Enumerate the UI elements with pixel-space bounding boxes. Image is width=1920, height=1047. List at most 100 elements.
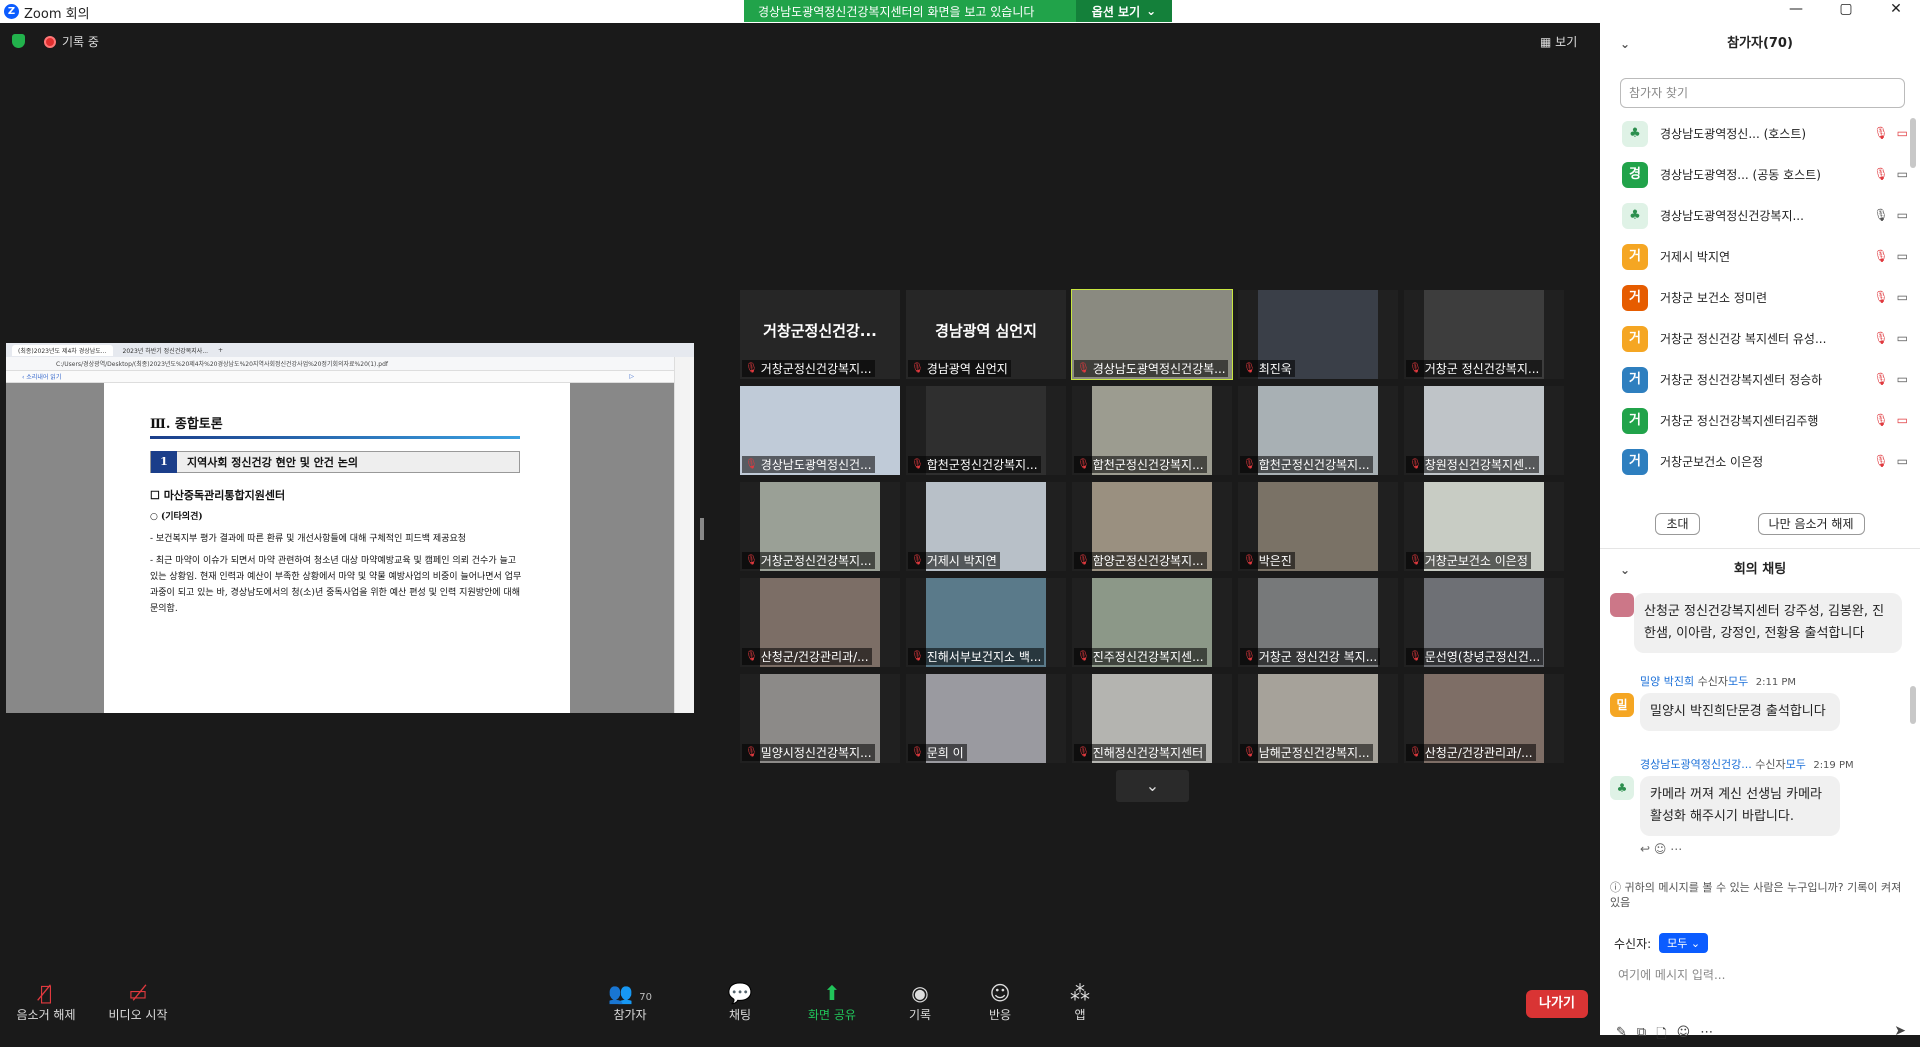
video-tile[interactable]: 거창군정신건강... 🎙 거창군정신건강복지... [740, 290, 900, 379]
minimize-button[interactable]: — [1776, 1, 1816, 17]
view-options-button[interactable]: 옵션 보기 ⌄ [1076, 0, 1172, 22]
mic-muted-icon: 🎙 [911, 459, 924, 470]
invite-button[interactable]: 초대 [1655, 513, 1700, 535]
next-page-button[interactable]: ⌄ [1116, 770, 1189, 802]
message-actions[interactable]: ↩ ☺ ⋯ [1640, 842, 1910, 856]
emoji-icon[interactable]: ☺ [1677, 1025, 1691, 1047]
participant-scrollbar[interactable] [1910, 118, 1916, 168]
close-button[interactable]: ✕ [1876, 1, 1916, 17]
maximize-button[interactable]: ▢ [1826, 1, 1866, 17]
video-tile[interactable]: 🎙 거창군정신건강복지... [740, 482, 900, 571]
tile-name: 거창군정신건강복지... [760, 362, 872, 376]
chat-scrollbar[interactable] [1910, 686, 1916, 724]
screenshot-icon[interactable]: ⧉ [1637, 1025, 1646, 1047]
browser-tab[interactable]: (최종)2023년도 제4차 경상남도... [12, 344, 113, 356]
video-tile[interactable]: 🎙 합천군정신건강복지... [906, 386, 1066, 475]
participant-row[interactable]: 거 거창군 정신건강 복지센터 유성... 🎙 ▭ [1600, 318, 1920, 359]
recipient-dropdown[interactable]: 모두 ⌄ [1659, 933, 1709, 953]
mic-muted-icon: 🎙 [1873, 290, 1889, 304]
participant-row[interactable]: 거 거창군 정신건강복지센터김주행 🎙 ▭ [1600, 400, 1920, 441]
mic-muted-icon: 🎙 [1077, 363, 1090, 374]
more-icon[interactable]: ⋯ [1670, 842, 1682, 856]
tile-name-label: 🎙 최진욱 [1240, 360, 1295, 377]
video-tile[interactable]: 🎙 진해정신건강복지센터 [1072, 674, 1232, 763]
video-tile[interactable]: 경남광역 심언지 🎙 경남광역 심언지 [906, 290, 1066, 379]
browser-tab[interactable]: 2023년 하반기 정신건강복지사... [116, 344, 215, 356]
more-icon[interactable]: ⋯ [1700, 1025, 1713, 1047]
participant-row[interactable]: 거 거창군보건소 이은정 🎙 ▭ [1600, 441, 1920, 482]
record-button[interactable]: ◉ 기록 [880, 980, 960, 1023]
play-icon[interactable]: ▷ [629, 373, 634, 380]
video-tile[interactable]: 🎙 산청군/건강관리과/... [1404, 674, 1564, 763]
apps-button[interactable]: ⁂ 앱 [1040, 980, 1120, 1023]
participant-name: 거창군보건소 이은정 [1660, 455, 1764, 469]
video-tile[interactable]: 🎙 진주정신건강복지센... [1072, 578, 1232, 667]
video-tile[interactable]: 🎙 거창군 정신건강 복지... [1238, 578, 1398, 667]
emoji-icon[interactable]: ☺ [1654, 842, 1667, 856]
shared-screen[interactable]: (최종)2023년도 제4차 경상남도... 2023년 하반기 정신건강복지사… [6, 343, 694, 713]
video-tile[interactable]: 🎙 진해서부보건지소 백... [906, 578, 1066, 667]
chat-visibility-text: 귀하의 메시지를 볼 수 있는 사람은 누구입니까? 기록이 켜져 있음 [1610, 881, 1902, 909]
chat-input[interactable]: 여기에 메시지 입력... [1618, 966, 1725, 983]
share-screen-label: 화면 공유 [808, 1008, 856, 1022]
mic-muted-icon: 🎙 [1243, 363, 1256, 374]
format-icon[interactable]: ✎ [1616, 1025, 1627, 1047]
tile-name-label: 🎙 합천군정신건강복지... [1240, 456, 1373, 473]
video-tile[interactable]: 🎙 문선영(창녕군정신건... [1404, 578, 1564, 667]
file-icon[interactable]: 🗋 [1656, 1025, 1666, 1047]
read-aloud-button[interactable]: ‹ 소리내어 읽기 [22, 372, 61, 381]
video-tile[interactable]: 🎙 경상남도광역정신건강복... [1071, 289, 1233, 380]
participants-button[interactable]: 👥 70 참가자 [590, 980, 670, 1023]
participant-name: 거창군 보건소 정미련 [1660, 291, 1767, 305]
video-tile[interactable]: 🎙 거창군 정신건강복지... [1404, 290, 1564, 379]
video-tile[interactable]: 🎙 문희 이 [906, 674, 1066, 763]
new-tab-button[interactable]: + [218, 347, 223, 354]
video-tile[interactable]: 🎙 합천군정신건강복지... [1072, 386, 1232, 475]
chevron-down-icon[interactable]: ⌄ [1620, 549, 1630, 591]
address-bar[interactable]: C:/Users/경상광역/Desktop/(최종)2023년도%20제4차%2… [6, 357, 694, 371]
chat-button[interactable]: 💬 채팅 [700, 980, 780, 1023]
mic-muted-icon: 🎙 [1243, 651, 1256, 662]
chevron-down-icon[interactable]: ⌄ [1620, 23, 1630, 65]
view-button[interactable]: ▦ 보기 [1540, 33, 1577, 50]
participant-row[interactable]: ♣ 경상남도광역정신... (호스트) 🎙 ▭ [1600, 113, 1920, 154]
participant-row[interactable]: 거 거창군 정신건강복지센터 정승하 🎙 ▭ [1600, 359, 1920, 400]
participant-search-input[interactable]: 참가자 찾기 [1620, 78, 1905, 108]
video-tile[interactable]: 🎙 남해군정신건강복지... [1238, 674, 1398, 763]
share-screen-button[interactable]: ⬆ 화면 공유 [792, 980, 872, 1023]
chat-sender[interactable]: 밀양 박진희 [1640, 675, 1694, 688]
meeting-toolbar: 🎙̸ 음소거 해제 ▭̸ 비디오 시작 👥 70 참가자 💬 채팅 ⬆ 화면 공… [0, 960, 1600, 1035]
participant-row[interactable]: ♣ 경상남도광역정신건강복지... 🎙 ▭ [1600, 195, 1920, 236]
recipient-value: 모두 [1667, 937, 1688, 950]
participant-status-icons: 🎙 ▭ [1873, 126, 1908, 140]
video-tile[interactable]: 🎙 박은진 [1238, 482, 1398, 571]
send-icon[interactable]: ➤ [1894, 1023, 1906, 1039]
chat-sender[interactable]: 경상남도광역정신건강... [1640, 758, 1752, 771]
start-video-button[interactable]: ▭̸ 비디오 시작 [98, 980, 178, 1023]
video-tile[interactable]: 🎙 거창군보건소 이은정 [1404, 482, 1564, 571]
video-tile[interactable]: 🎙 창원정신건강복지센... [1404, 386, 1564, 475]
chat-message: 경상남도광역정신건강... 수신자모두 2:19 PM ♣ 카메라 꺼져 계신 … [1610, 756, 1910, 856]
video-tile[interactable]: 🎙 밀양시정신건강복지... [740, 674, 900, 763]
unmute-label: 음소거 해제 [16, 1008, 76, 1022]
participant-row[interactable]: 거 거제시 박지연 🎙 ▭ [1600, 236, 1920, 277]
video-tile[interactable]: 🎙 최진욱 [1238, 290, 1398, 379]
unmute-me-button[interactable]: 나만 음소거 해제 [1757, 513, 1865, 535]
share-banner: 경상남도광역정신건강복지센터의 화면을 보고 있습니다 옵션 보기 ⌄ [744, 0, 1172, 22]
tile-name-label: 🎙 경상남도광역정신건강복... [1074, 360, 1228, 377]
participant-row[interactable]: 거 거창군 보건소 정미련 🎙 ▭ [1600, 277, 1920, 318]
video-tile[interactable]: 🎙 합천군정신건강복지... [1238, 386, 1398, 475]
chat-visibility-notice[interactable]: ⓘ 귀하의 메시지를 볼 수 있는 사람은 누구입니까? 기록이 켜져 있음 [1610, 880, 1910, 910]
video-tile[interactable]: 🎙 경상남도광역정신건... [740, 386, 900, 475]
video-tile[interactable]: 🎙 산청군/건강관리과/... [740, 578, 900, 667]
participant-row[interactable]: 경 경상남도광역정... (공동 호스트) 🎙 ▭ [1600, 154, 1920, 195]
reactions-button[interactable]: ☺ 반응 [960, 980, 1040, 1023]
unmute-button[interactable]: 🎙̸ 음소거 해제 [6, 980, 86, 1023]
video-tile[interactable]: 🎙 거제시 박지연 [906, 482, 1066, 571]
resize-handle[interactable] [700, 518, 704, 540]
recording-status[interactable]: 기록 중 [44, 33, 99, 50]
video-tile[interactable]: 🎙 함양군정신건강복지... [1072, 482, 1232, 571]
encryption-status[interactable] [12, 34, 25, 48]
reply-icon[interactable]: ↩ [1640, 842, 1650, 856]
leave-button[interactable]: 나가기 [1526, 990, 1588, 1018]
